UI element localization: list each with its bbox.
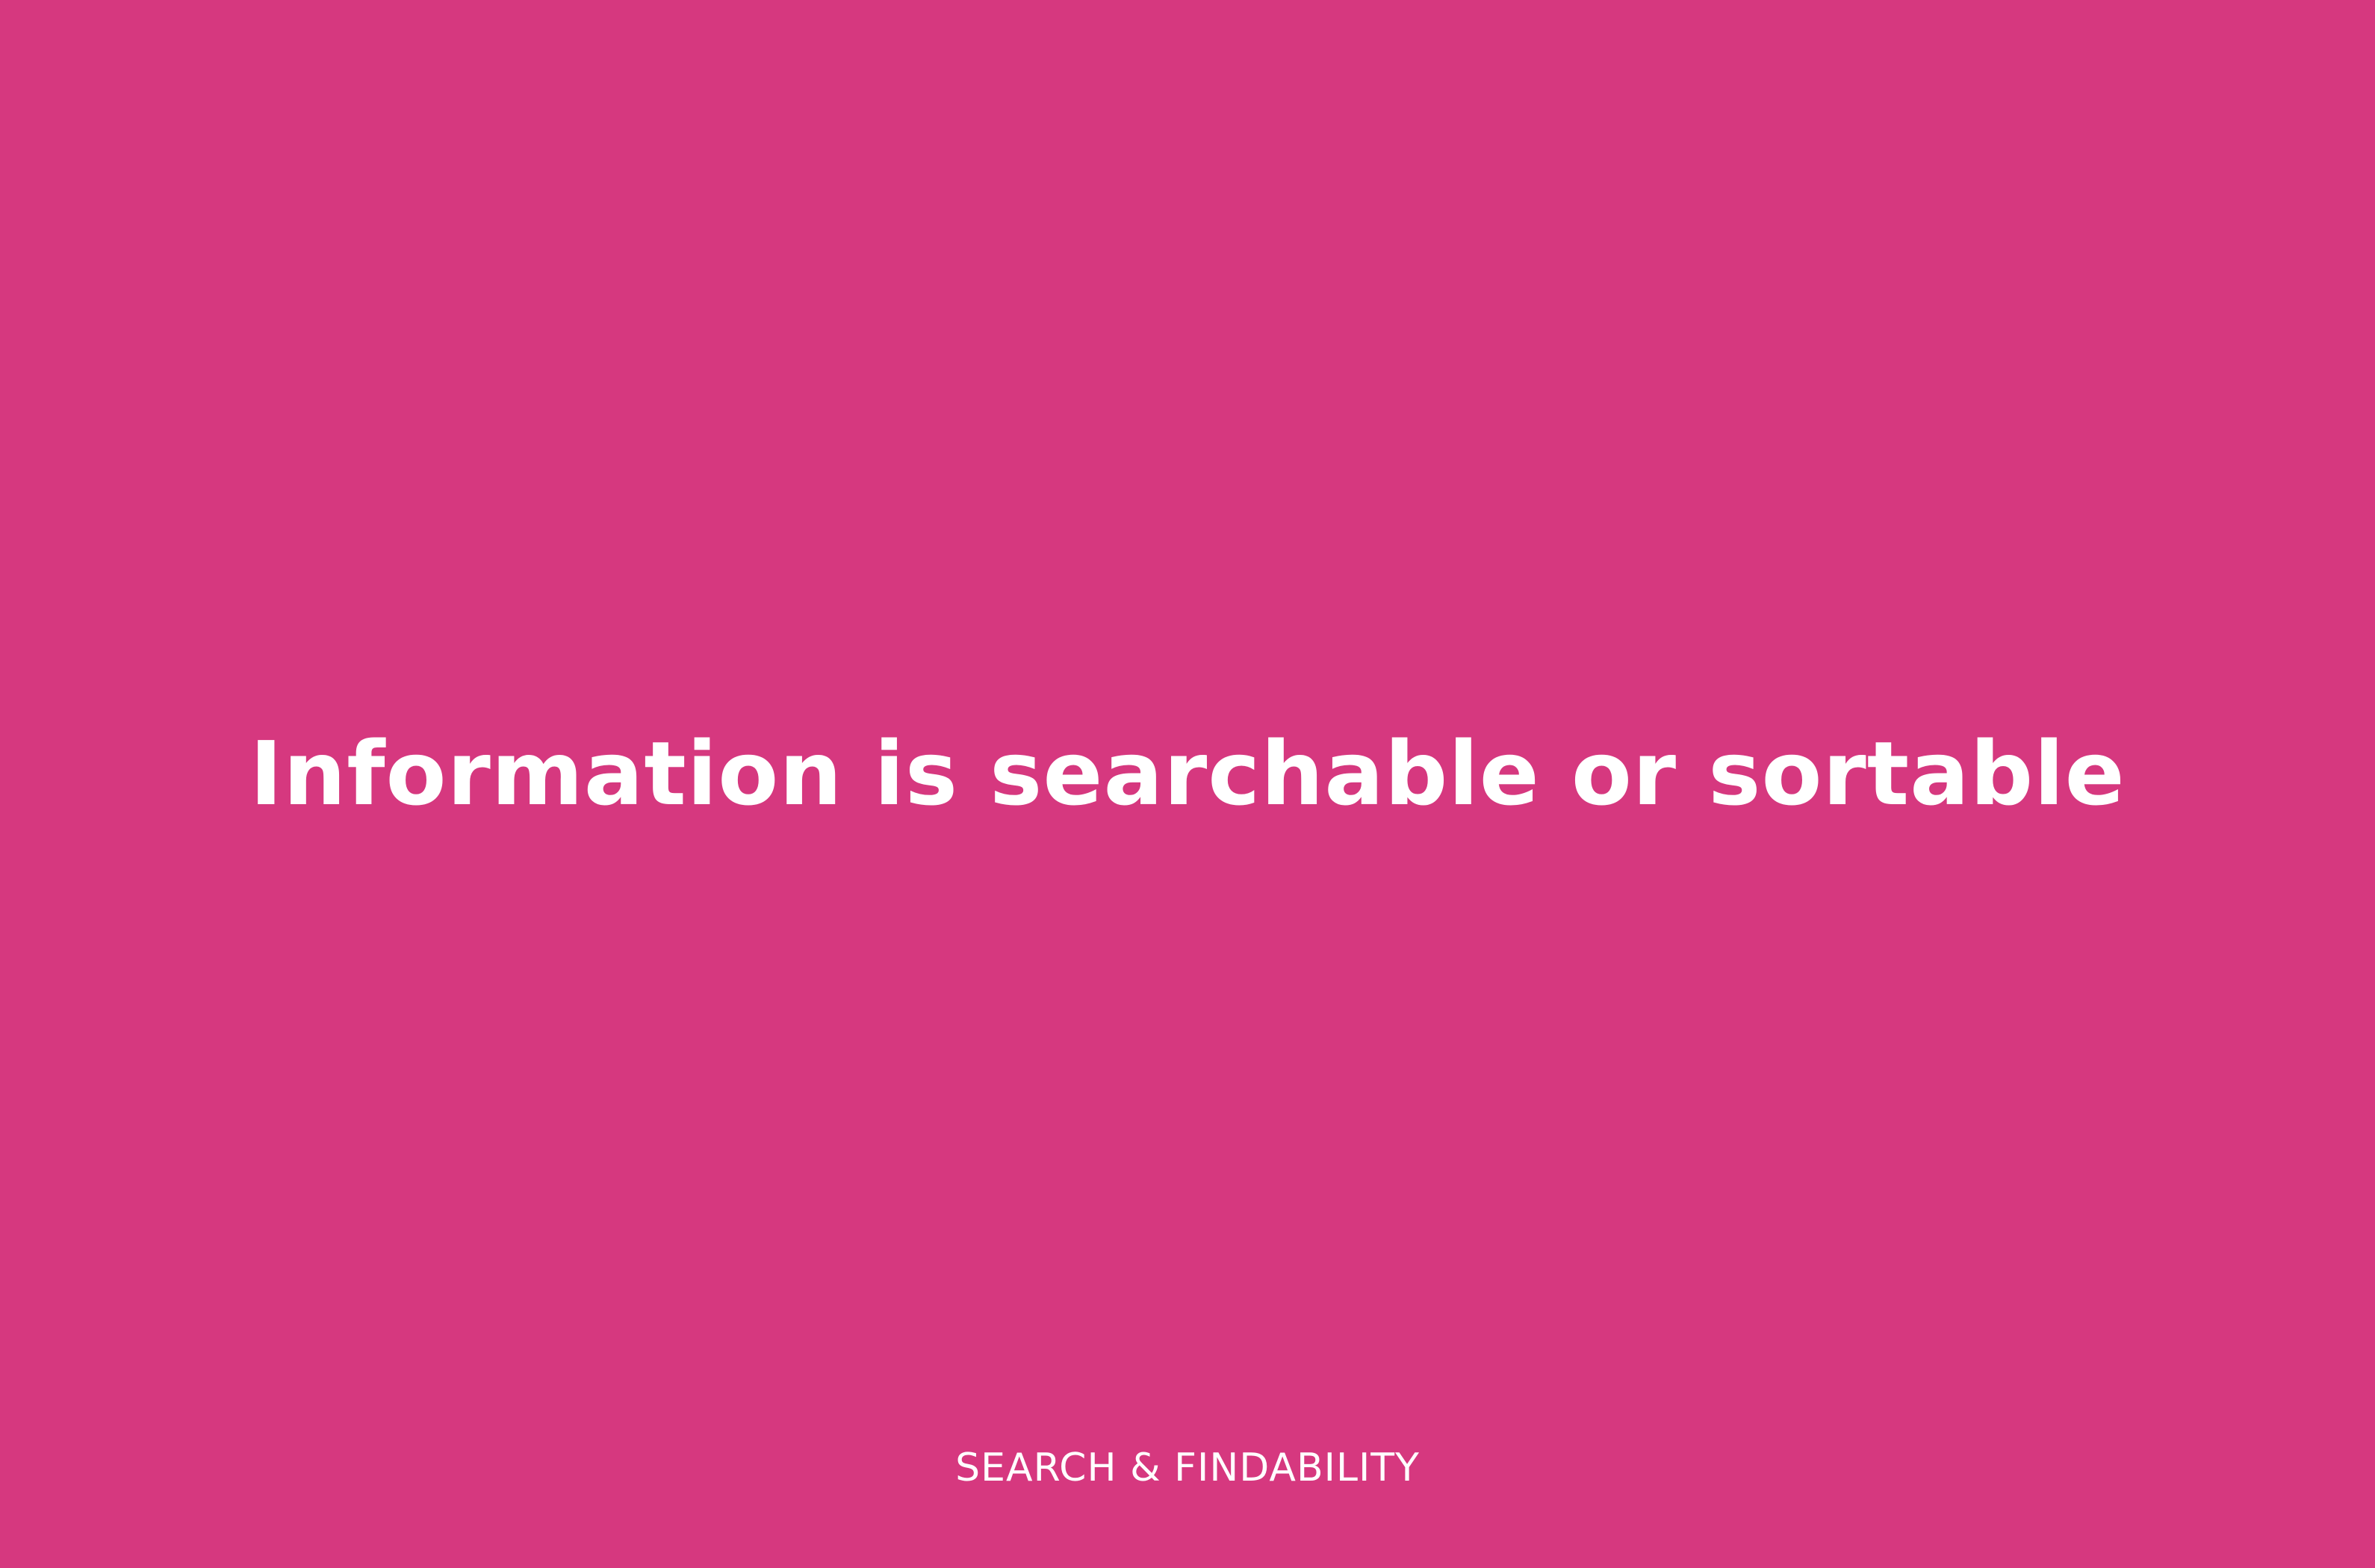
slide-canvas: Information is searchable or sortable SE…: [0, 0, 2375, 1568]
slide-category-label: SEARCH & FINDABILITY: [955, 1446, 1420, 1490]
slide-headline: Information is searchable or sortable: [249, 722, 2126, 825]
